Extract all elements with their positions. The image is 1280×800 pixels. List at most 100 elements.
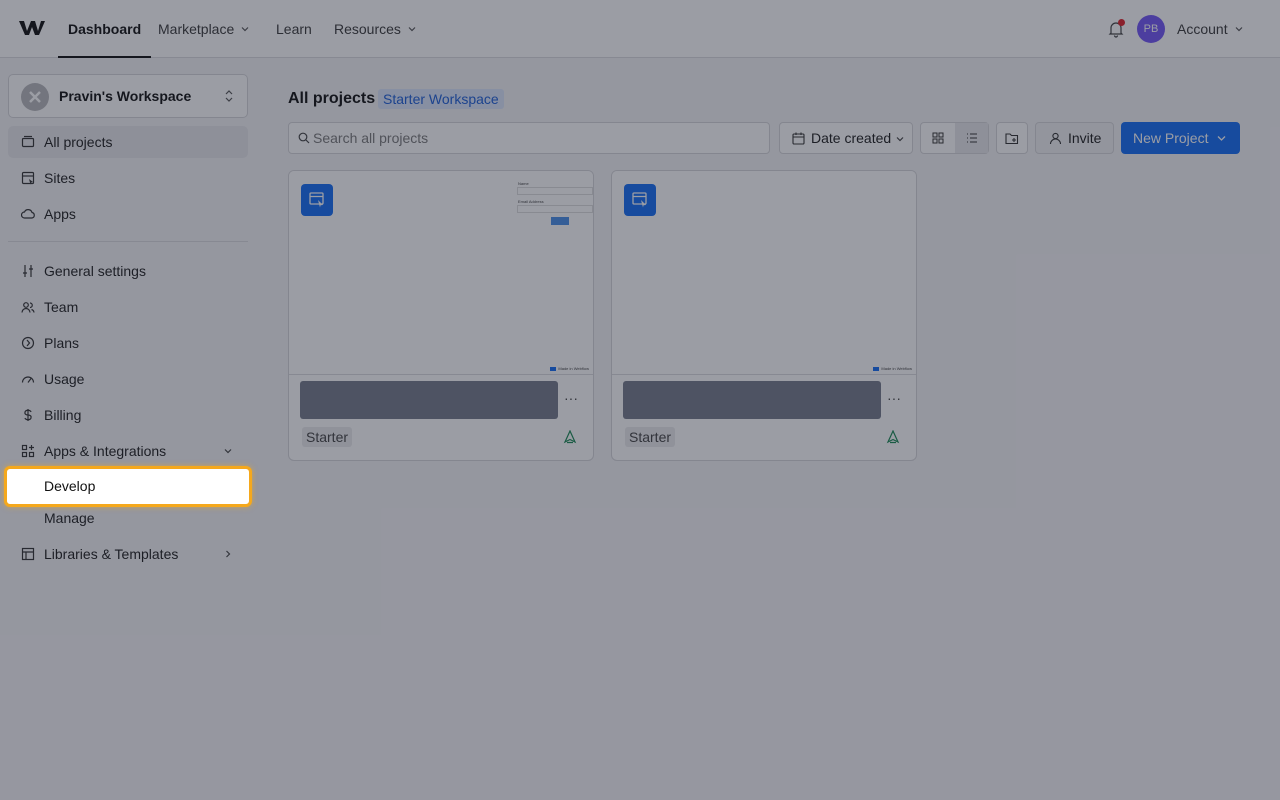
sidebar-item-plans[interactable]: Plans [8, 327, 248, 359]
library-icon [21, 547, 35, 561]
nav-resources-label: Resources [334, 21, 401, 37]
search-icon [298, 132, 310, 144]
invite-label: Invite [1068, 130, 1102, 146]
project-thumbnail[interactable]: Name Email Address Made in Webflow [289, 171, 593, 375]
sidebar-item-apps[interactable]: Apps [8, 198, 248, 230]
sidebar-item-billing[interactable]: Billing [8, 399, 248, 431]
top-navigation-bar: Dashboard Marketplace Learn Resources PB… [0, 0, 1280, 58]
chevron-down-icon [1235, 27, 1243, 32]
project-card[interactable]: Name Email Address Made in Webflow ··· S… [288, 170, 594, 461]
grid-icon [932, 132, 943, 144]
thumbnail-form-button [551, 217, 569, 225]
chevron-down-icon [408, 27, 416, 32]
nav-dashboard-label: Dashboard [68, 21, 142, 37]
thumbnail-form-field [517, 187, 593, 195]
project-options-button[interactable]: ··· [887, 390, 901, 406]
published-icon[interactable] [886, 430, 900, 444]
sidebar-item-apps-integrations[interactable]: Apps & Integrations [8, 435, 248, 467]
search-input[interactable] [313, 123, 753, 153]
plan-badge: Starter [302, 427, 353, 447]
sidebar-item-sites[interactable]: Sites [8, 162, 248, 194]
sidebar-item-develop[interactable]: Develop [4, 466, 252, 507]
sidebar-item-general-settings[interactable]: General settings [8, 255, 248, 287]
search-box [288, 122, 770, 154]
chevron-down-icon [896, 137, 904, 142]
folder-icon [21, 135, 35, 148]
made-in-webflow-badge: Made in Webflow [550, 366, 589, 371]
sidebar-item-label: Sites [44, 170, 76, 186]
site-cursor-icon [309, 192, 324, 208]
sidebar-item-label: Manage [44, 510, 95, 526]
sidebar-item-label: Team [44, 299, 79, 315]
thumbnail-form-field [517, 205, 593, 213]
list-view-button[interactable] [955, 123, 988, 153]
site-cursor-icon [632, 192, 647, 208]
cloud-icon [21, 209, 35, 219]
sidebar-item-label: Apps & Integrations [44, 443, 167, 459]
nav-dashboard[interactable]: Dashboard [57, 0, 152, 58]
account-menu[interactable]: Account [1177, 0, 1243, 58]
workspace-plan-badge[interactable]: Starter Workspace [378, 89, 504, 109]
nav-learn-label: Learn [276, 21, 312, 37]
page-title: All projects [288, 90, 376, 107]
dollar-icon [24, 409, 32, 421]
webflow-logo-icon[interactable] [18, 18, 46, 38]
made-in-label: Made in Webflow [881, 366, 912, 371]
nav-learn[interactable]: Learn [276, 0, 312, 58]
sidebar-item-label: All projects [44, 134, 113, 150]
new-folder-button[interactable] [996, 122, 1028, 154]
workspace-icon [21, 83, 49, 111]
account-label: Account [1177, 21, 1228, 37]
view-toggle [920, 122, 989, 154]
designer-icon [301, 184, 333, 216]
project-name-redacted [623, 381, 881, 419]
thumbnail-form-preview: Name Email Address [517, 181, 593, 231]
workspace-switcher[interactable]: Pravin's Workspace [8, 74, 248, 118]
apps-grid-icon [21, 444, 35, 458]
workspace-x-icon [29, 91, 41, 103]
avatar-initials: PB [1143, 23, 1159, 35]
plan-badge: Starter [625, 427, 676, 447]
thumbnail-form-label: Name [518, 181, 529, 186]
project-card[interactable]: Made in Webflow ··· Starter [611, 170, 917, 461]
project-options-button[interactable]: ··· [564, 390, 578, 406]
sidebar-item-all-projects[interactable]: All projects [8, 126, 248, 158]
project-name-redacted [300, 381, 558, 419]
nav-marketplace-label: Marketplace [158, 21, 235, 37]
chevron-up-down-icon [225, 90, 233, 102]
notification-dot [1118, 19, 1125, 26]
grid-view-button[interactable] [921, 123, 954, 153]
plans-icon [21, 336, 35, 350]
sidebar-item-label: Develop [44, 478, 96, 494]
user-icon [1049, 132, 1062, 145]
sidebar: Pravin's Workspace All projects Sites Ap… [0, 58, 260, 800]
sidebar-item-label: Libraries & Templates [44, 546, 179, 562]
sort-label: Date created [811, 130, 892, 146]
sidebar-item-label: Plans [44, 335, 80, 351]
sidebar-divider [8, 241, 248, 242]
users-icon [21, 302, 35, 313]
chevron-down-icon [1217, 136, 1226, 141]
avatar[interactable]: PB [1137, 15, 1165, 43]
nav-marketplace[interactable]: Marketplace [158, 0, 249, 58]
chevron-right-icon [226, 550, 231, 558]
chevron-down-icon [241, 27, 249, 32]
sidebar-item-label: Billing [44, 407, 82, 423]
new-project-button[interactable]: New Project [1121, 122, 1240, 154]
sidebar-item-label: Apps [44, 206, 76, 222]
sidebar-item-libraries-templates[interactable]: Libraries & Templates [8, 538, 248, 570]
sidebar-item-team[interactable]: Team [8, 291, 248, 323]
workspace-name: Pravin's Workspace [59, 88, 192, 104]
invite-button[interactable]: Invite [1035, 122, 1114, 154]
chevron-down-icon [224, 449, 232, 454]
project-thumbnail[interactable]: Made in Webflow [612, 171, 916, 375]
new-project-label: New Project [1133, 130, 1209, 146]
calendar-icon [792, 132, 805, 145]
sort-dropdown[interactable]: Date created [779, 122, 913, 154]
made-in-label: Made in Webflow [558, 366, 589, 371]
sidebar-item-usage[interactable]: Usage [8, 363, 248, 395]
published-icon[interactable] [563, 430, 577, 444]
folder-plus-icon [1005, 132, 1019, 144]
nav-resources[interactable]: Resources [334, 0, 416, 58]
list-icon [966, 133, 977, 143]
